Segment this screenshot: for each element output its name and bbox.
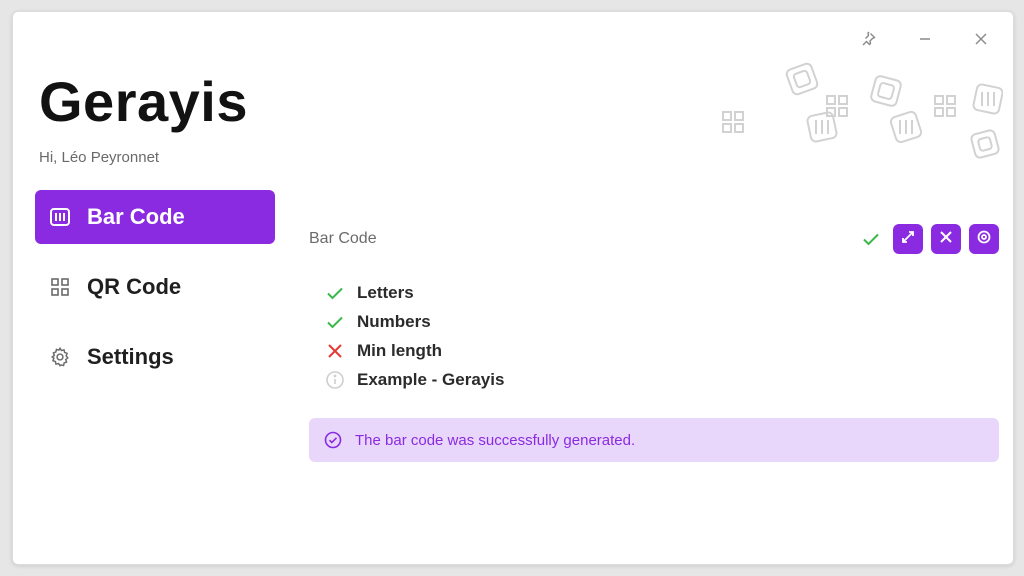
validation-label: Example - Gerayis — [357, 369, 505, 389]
validation-label: Letters — [357, 282, 414, 302]
sidebar: Bar Code QR Code Settings — [35, 190, 275, 400]
minimize-icon — [918, 32, 932, 46]
validation-item-letters: Letters — [323, 278, 999, 307]
close-button[interactable] — [963, 26, 999, 52]
validation-item-min-length: Min length — [323, 336, 999, 365]
expand-button[interactable] — [893, 224, 923, 254]
pin-button[interactable] — [851, 26, 887, 52]
success-alert: The bar code was successfully generated. — [309, 418, 999, 462]
clear-icon — [939, 230, 953, 249]
check-icon — [323, 310, 347, 334]
sidebar-item-label: Bar Code — [87, 204, 185, 229]
section-header: Bar Code — [309, 222, 999, 256]
status-check-icon — [861, 229, 881, 249]
main-panel: Bar Code Letters Numbers Min length Exam… — [309, 222, 999, 462]
sidebar-item-label: Settings — [87, 344, 174, 369]
validation-label: Min length — [357, 340, 442, 360]
app-window: Gerayis Hi, Léo Peyronnet Bar Code QR Co… — [12, 11, 1014, 565]
minimize-button[interactable] — [907, 26, 943, 52]
options-button[interactable] — [969, 224, 999, 254]
sidebar-item-settings[interactable]: Settings — [35, 330, 275, 384]
validation-item-numbers: Numbers — [323, 307, 999, 336]
qrcode-icon — [47, 274, 73, 300]
clear-button[interactable] — [931, 224, 961, 254]
section-title: Bar Code — [309, 230, 377, 247]
sidebar-item-qr-code[interactable]: QR Code — [35, 260, 275, 314]
info-icon — [323, 368, 347, 392]
validation-item-example: Example - Gerayis — [323, 365, 999, 394]
sidebar-item-bar-code[interactable]: Bar Code — [35, 190, 275, 244]
barcode-icon — [47, 204, 73, 230]
check-icon — [323, 281, 347, 305]
greeting-text: Hi, Léo Peyronnet — [39, 149, 160, 166]
pin-icon — [861, 31, 877, 47]
validation-list: Letters Numbers Min length Example - Ger… — [323, 278, 999, 394]
expand-icon — [900, 229, 916, 250]
validation-label: Numbers — [357, 311, 431, 331]
decorative-pattern — [722, 62, 1003, 159]
alert-message: The bar code was successfully generated. — [355, 431, 636, 449]
titlebar-controls — [851, 26, 999, 52]
gear-icon — [47, 344, 73, 370]
check-circle-icon — [323, 430, 343, 450]
close-icon — [974, 32, 988, 46]
sidebar-item-label: QR Code — [87, 274, 182, 299]
action-toolbar — [861, 224, 999, 254]
app-title: Gerayis — [39, 70, 248, 133]
cross-icon — [323, 339, 347, 363]
settings-icon — [976, 229, 992, 250]
